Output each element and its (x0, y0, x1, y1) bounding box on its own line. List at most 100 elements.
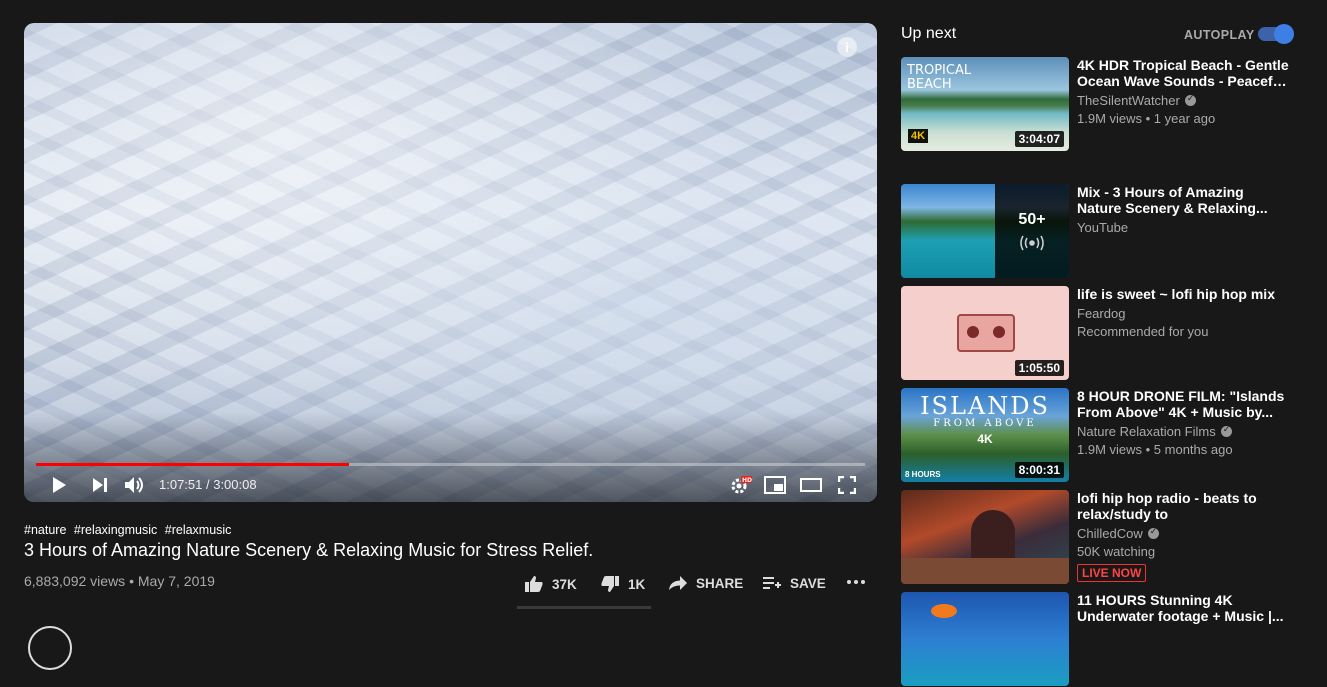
video-thumbnail[interactable] (901, 490, 1069, 584)
channel-label: YouTube (1077, 220, 1129, 235)
avatar[interactable] (28, 626, 72, 670)
share-label: SHARE (696, 575, 744, 591)
cassette-art (957, 314, 1015, 352)
live-now-badge: LIVE NOW (1077, 564, 1147, 582)
recommended-title[interactable]: 4K HDR Tropical Beach - Gentle Ocean Wav… (1077, 57, 1292, 89)
progress-bar[interactable] (36, 463, 865, 466)
theater-mode-icon[interactable] (800, 473, 822, 497)
hashtag-list: #nature #relaxingmusic #relaxmusic (24, 523, 235, 537)
volume-icon[interactable] (124, 473, 146, 497)
recommendation-reason: Recommended for you (1077, 324, 1209, 339)
recommended-mix[interactable]: 50+ Mix - 3 Hours of Amazing Nature Scen… (901, 184, 1311, 279)
video-title: 3 Hours of Amazing Nature Scenery & Rela… (24, 540, 594, 560)
video-stats: 1.9M views • 5 months ago (1077, 442, 1233, 457)
dislike-count: 1K (628, 576, 646, 592)
autoplay-label: AUTOPLAY (1184, 28, 1255, 42)
4k-badge: 4K (977, 432, 993, 446)
time-current: 1:07:51 (159, 477, 203, 492)
channel-label: TheSilentWatcher (1077, 93, 1180, 108)
thumb-up-icon (525, 576, 543, 592)
next-icon[interactable] (90, 473, 110, 497)
channel-name[interactable]: TheSilentWatcher (1077, 93, 1196, 108)
4k-badge: 4K (908, 129, 929, 143)
toggle-knob (1274, 24, 1294, 44)
video-player[interactable]: i 1:07:51 / 3:00:08 HD (24, 23, 877, 502)
sentiment-bar (517, 606, 651, 609)
title-line: From Above" 4K + Music by... (1077, 404, 1274, 420)
video-thumbnail[interactable]: ISLANDS FROM ABOVE 4K 8 HOURS 8:00:31 (901, 388, 1069, 482)
time-separator: / (202, 477, 214, 492)
view-count: 6,883,092 views (24, 573, 126, 589)
fullscreen-icon[interactable] (836, 473, 858, 497)
miniplayer-icon[interactable] (764, 473, 786, 497)
video-thumbnail[interactable]: 50+ (901, 184, 1069, 278)
verified-icon (1147, 526, 1159, 539)
save-label: SAVE (790, 575, 826, 591)
hashtag-link[interactable]: #relaxmusic (165, 523, 232, 537)
recommended-video[interactable]: 11 HOURS Stunning 4K Underwater footage … (901, 592, 1311, 687)
recommended-title[interactable]: lofi hip hop radio - beats to relax/stud… (1077, 490, 1292, 522)
up-next-heading: Up next (901, 25, 957, 42)
video-stats: 1.9M views • 1 year ago (1077, 111, 1216, 126)
title-line: relax/study to (1077, 506, 1169, 522)
save-button[interactable]: SAVE (762, 575, 826, 591)
verified-icon (1184, 93, 1196, 106)
timecode: 1:07:51 / 3:00:08 (159, 477, 257, 492)
title-line: Nature Scenery & Relaxing... (1077, 200, 1268, 216)
playlist-add-icon (763, 577, 781, 589)
recommended-title[interactable]: 8 HOUR DRONE FILM: "Islands From Above" … (1077, 388, 1292, 420)
verified-icon (1220, 424, 1232, 437)
recommended-video[interactable]: ISLANDS FROM ABOVE 4K 8 HOURS 8:00:31 8 … (901, 388, 1311, 483)
hashtag-link[interactable]: #relaxingmusic (74, 523, 157, 537)
recommended-live[interactable]: lofi hip hop radio - beats to relax/stud… (901, 490, 1311, 585)
share-button[interactable]: SHARE (668, 575, 743, 591)
thumbnail-fish (931, 604, 957, 618)
recommended-title[interactable]: Mix - 3 Hours of Amazing Nature Scenery … (1077, 184, 1292, 216)
more-actions-button[interactable] (846, 579, 866, 585)
thumbnail-desk (901, 558, 1069, 584)
like-button[interactable]: 37K (524, 575, 577, 593)
like-count: 37K (552, 576, 577, 592)
hashtag-link[interactable]: #nature (24, 523, 66, 537)
title-line: Underwater footage + Music |... (1077, 608, 1284, 624)
recommended-title[interactable]: life is sweet ~ lofi hip hop mix (1077, 286, 1292, 302)
progress-played (36, 463, 349, 466)
svg-text:HD: HD (742, 477, 752, 484)
video-meta: 6,883,092 views • May 7, 2019 (24, 573, 215, 589)
hours-label: 8 HOURS (905, 470, 941, 479)
autoplay-toggle[interactable] (1258, 24, 1294, 44)
time-total: 3:00:08 (213, 477, 257, 492)
channel-name[interactable]: Feardog (1077, 306, 1125, 321)
duration-badge: 1:05:50 (1014, 360, 1064, 376)
upload-date: May 7, 2019 (137, 573, 215, 589)
channel-label: Feardog (1077, 306, 1126, 321)
channel-name[interactable]: ChilledCow (1077, 526, 1159, 541)
video-thumbnail[interactable]: 1:05:50 (901, 286, 1069, 380)
radio-icon (1020, 235, 1044, 251)
channel-label: Nature Relaxation Films (1077, 424, 1216, 439)
thumbnail-title: ISLANDS (920, 392, 1050, 420)
video-thumbnail[interactable] (901, 592, 1069, 686)
title-line: life is sweet ~ lofi hip hop mix (1077, 286, 1275, 302)
play-icon[interactable] (48, 473, 70, 497)
title-line: Mix - 3 Hours of Amazing (1077, 184, 1244, 200)
recommended-video[interactable]: TROPICAL BEACH 4K 3:04:07 4K HDR Tropica… (901, 57, 1311, 152)
thumb-down-icon (601, 576, 619, 592)
info-icon[interactable]: i (837, 37, 857, 57)
title-line: lofi hip hop radio - beats to (1077, 490, 1257, 506)
recommended-video[interactable]: 1:05:50 life is sweet ~ lofi hip hop mix… (901, 286, 1311, 381)
recommended-title[interactable]: 11 HOURS Stunning 4K Underwater footage … (1077, 592, 1292, 624)
video-thumbnail[interactable]: TROPICAL BEACH 4K 3:04:07 (901, 57, 1069, 151)
thumbnail-subtitle: FROM ABOVE (933, 418, 1037, 429)
channel-name[interactable]: YouTube (1077, 220, 1128, 235)
mix-count: 50+ (1018, 211, 1046, 228)
more-horiz-icon (847, 580, 865, 584)
duration-badge: 3:04:07 (1014, 131, 1064, 147)
share-icon (669, 576, 687, 590)
channel-name[interactable]: Nature Relaxation Films (1077, 424, 1232, 439)
settings-hd-icon[interactable]: HD (730, 473, 752, 497)
dislike-button[interactable]: 1K (600, 575, 645, 593)
title-line: 8 HOUR DRONE FILM: "Islands (1077, 388, 1285, 404)
title-line: 4K HDR Tropical Beach - Gentle (1077, 57, 1289, 73)
duration-badge: 8:00:31 (1014, 462, 1064, 478)
